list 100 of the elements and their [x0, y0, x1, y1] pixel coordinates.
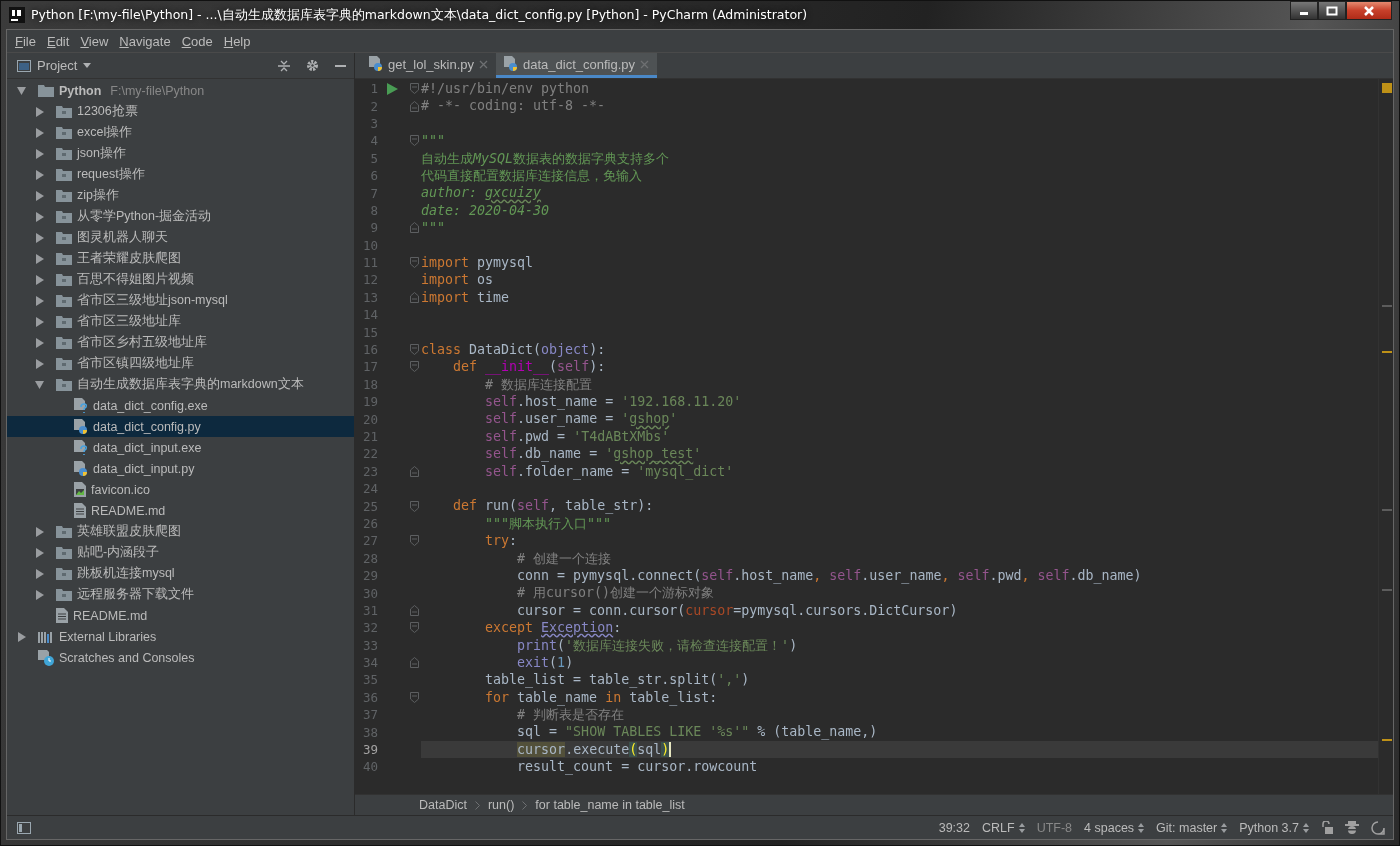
fold-marker-icon[interactable]	[410, 604, 419, 616]
tree-item[interactable]: 远程服务器下载文件	[7, 584, 354, 605]
fold-marker-icon[interactable]	[410, 657, 419, 669]
breadcrumb[interactable]: run()	[487, 798, 515, 812]
collapse-all-icon[interactable]	[278, 59, 290, 72]
tree-item[interactable]: README.md	[7, 605, 354, 626]
tree-item[interactable]: 12306抢票	[7, 101, 354, 122]
expand-arrow-icon[interactable]	[35, 127, 44, 138]
tree-item[interactable]: External Libraries	[7, 626, 354, 647]
tree-item[interactable]: 跳板机连接mysql	[7, 563, 354, 584]
expand-arrow-icon[interactable]	[35, 253, 44, 264]
expand-arrow-icon[interactable]	[35, 526, 44, 537]
tree-item[interactable]: request操作	[7, 164, 354, 185]
marker-stripe[interactable]	[1382, 739, 1392, 741]
expand-arrow-icon[interactable]	[35, 211, 44, 222]
tree-item[interactable]: 从零学Python-掘金活动	[7, 206, 354, 227]
fold-marker-icon[interactable]	[410, 100, 419, 112]
editor-tab[interactable]: data_dict_config.py	[496, 53, 658, 78]
code-line: self.db_name = 'gshop_test'	[484, 445, 703, 463]
fold-marker-icon[interactable]	[410, 291, 419, 303]
expand-arrow-icon[interactable]	[35, 589, 44, 600]
status-item[interactable]: 4 spaces	[1084, 820, 1145, 835]
tree-item[interactable]: favicon.ico	[7, 479, 354, 500]
tree-item[interactable]: 贴吧-内涵段子	[7, 542, 354, 563]
tree-item[interactable]: data_dict_config.py	[7, 416, 354, 437]
menu-item[interactable]: Navigate	[114, 33, 176, 49]
fold-marker-icon[interactable]	[410, 535, 419, 547]
status-item[interactable]: CRLF	[982, 820, 1025, 835]
expand-arrow-icon[interactable]	[17, 85, 26, 96]
expand-arrow-icon[interactable]	[35, 568, 44, 579]
close-button[interactable]	[1346, 1, 1392, 20]
tool-windows-icon[interactable]	[17, 821, 31, 834]
fold-marker-icon[interactable]	[410, 500, 419, 512]
event-log-icon[interactable]	[1371, 820, 1385, 835]
hide-panel-icon[interactable]	[335, 64, 346, 67]
maximize-button[interactable]	[1318, 1, 1346, 20]
status-item[interactable]: 39:32	[938, 820, 970, 835]
expand-arrow-icon[interactable]	[35, 316, 44, 327]
expand-arrow-icon[interactable]	[35, 106, 44, 117]
line-number: 10	[361, 237, 378, 253]
project-view-selector[interactable]: Project	[37, 58, 78, 73]
tree-item[interactable]: zip操作	[7, 185, 354, 206]
close-tab-icon[interactable]	[479, 59, 488, 69]
tree-item[interactable]: 省市区乡村五级地址库	[7, 332, 354, 353]
fold-marker-icon[interactable]	[410, 257, 419, 269]
tree-item[interactable]: 图灵机器人聊天	[7, 227, 354, 248]
tree-item[interactable]: 王者荣耀皮肤爬图	[7, 248, 354, 269]
menu-item[interactable]: Edit	[41, 33, 75, 49]
fold-marker-icon[interactable]	[410, 361, 419, 373]
inspector-icon[interactable]	[1345, 820, 1359, 835]
expand-arrow-icon[interactable]	[35, 379, 44, 390]
tree-item[interactable]: excel操作	[7, 122, 354, 143]
fold-marker-icon[interactable]	[410, 83, 419, 95]
expand-arrow-icon[interactable]	[35, 190, 44, 201]
tree-item[interactable]: 自动生成数据库表字典的markdown文本	[7, 374, 354, 395]
expand-arrow-icon[interactable]	[35, 169, 44, 180]
tree-item[interactable]: Python F:\my-file\Python	[7, 80, 354, 101]
settings-icon[interactable]	[306, 59, 319, 72]
breadcrumb[interactable]: DataDict	[419, 798, 467, 812]
marker-stripe[interactable]	[1382, 305, 1392, 307]
menu-item[interactable]: Code	[176, 33, 218, 49]
tree-item[interactable]: data_dict_input.py	[7, 458, 354, 479]
fold-marker-icon[interactable]	[410, 465, 419, 477]
lock-icon[interactable]	[1321, 821, 1333, 834]
editor-tab[interactable]: get_lol_skin.py	[361, 53, 496, 78]
marker-stripe[interactable]	[1382, 509, 1392, 511]
expand-arrow-icon[interactable]	[35, 295, 44, 306]
run-icon[interactable]	[387, 82, 399, 95]
tree-item[interactable]: 百思不得姐图片视频	[7, 269, 354, 290]
tree-item[interactable]: Scratches and Consoles	[7, 647, 354, 668]
tree-item[interactable]: 省市区三级地址库	[7, 311, 354, 332]
expand-arrow-icon[interactable]	[35, 547, 44, 558]
menu-item[interactable]: File	[10, 33, 41, 49]
menu-item[interactable]: View	[75, 33, 114, 49]
status-item[interactable]: Git: master	[1156, 820, 1228, 835]
expand-arrow-icon[interactable]	[35, 274, 44, 285]
fold-marker-icon[interactable]	[410, 622, 419, 634]
fold-marker-icon[interactable]	[410, 135, 419, 147]
fold-marker-icon[interactable]	[410, 691, 419, 703]
tree-item[interactable]: data_dict_input.exe	[7, 437, 354, 458]
marker-stripe[interactable]	[1382, 589, 1392, 591]
tree-item[interactable]: 英雄联盟皮肤爬图	[7, 521, 354, 542]
menu-item[interactable]: Help	[218, 33, 256, 49]
status-item[interactable]: Python 3.7	[1239, 820, 1309, 835]
python-file-icon	[504, 56, 518, 72]
fold-marker-icon[interactable]	[410, 222, 419, 234]
expand-arrow-icon[interactable]	[17, 631, 26, 642]
expand-arrow-icon[interactable]	[35, 232, 44, 243]
minimize-button[interactable]	[1290, 1, 1318, 20]
fold-marker-icon[interactable]	[410, 344, 419, 356]
tree-item[interactable]: json操作	[7, 143, 354, 164]
breadcrumb[interactable]: for table_name in table_list	[535, 798, 685, 812]
expand-arrow-icon[interactable]	[35, 148, 44, 159]
tree-item[interactable]: data_dict_config.exe	[7, 395, 354, 416]
tree-item[interactable]: 省市区镇四级地址库	[7, 353, 354, 374]
expand-arrow-icon[interactable]	[35, 358, 44, 369]
tree-item[interactable]: README.md	[7, 500, 354, 521]
marker-stripe[interactable]	[1382, 351, 1392, 353]
expand-arrow-icon[interactable]	[35, 337, 44, 348]
tree-item[interactable]: 省市区三级地址json-mysql	[7, 290, 354, 311]
